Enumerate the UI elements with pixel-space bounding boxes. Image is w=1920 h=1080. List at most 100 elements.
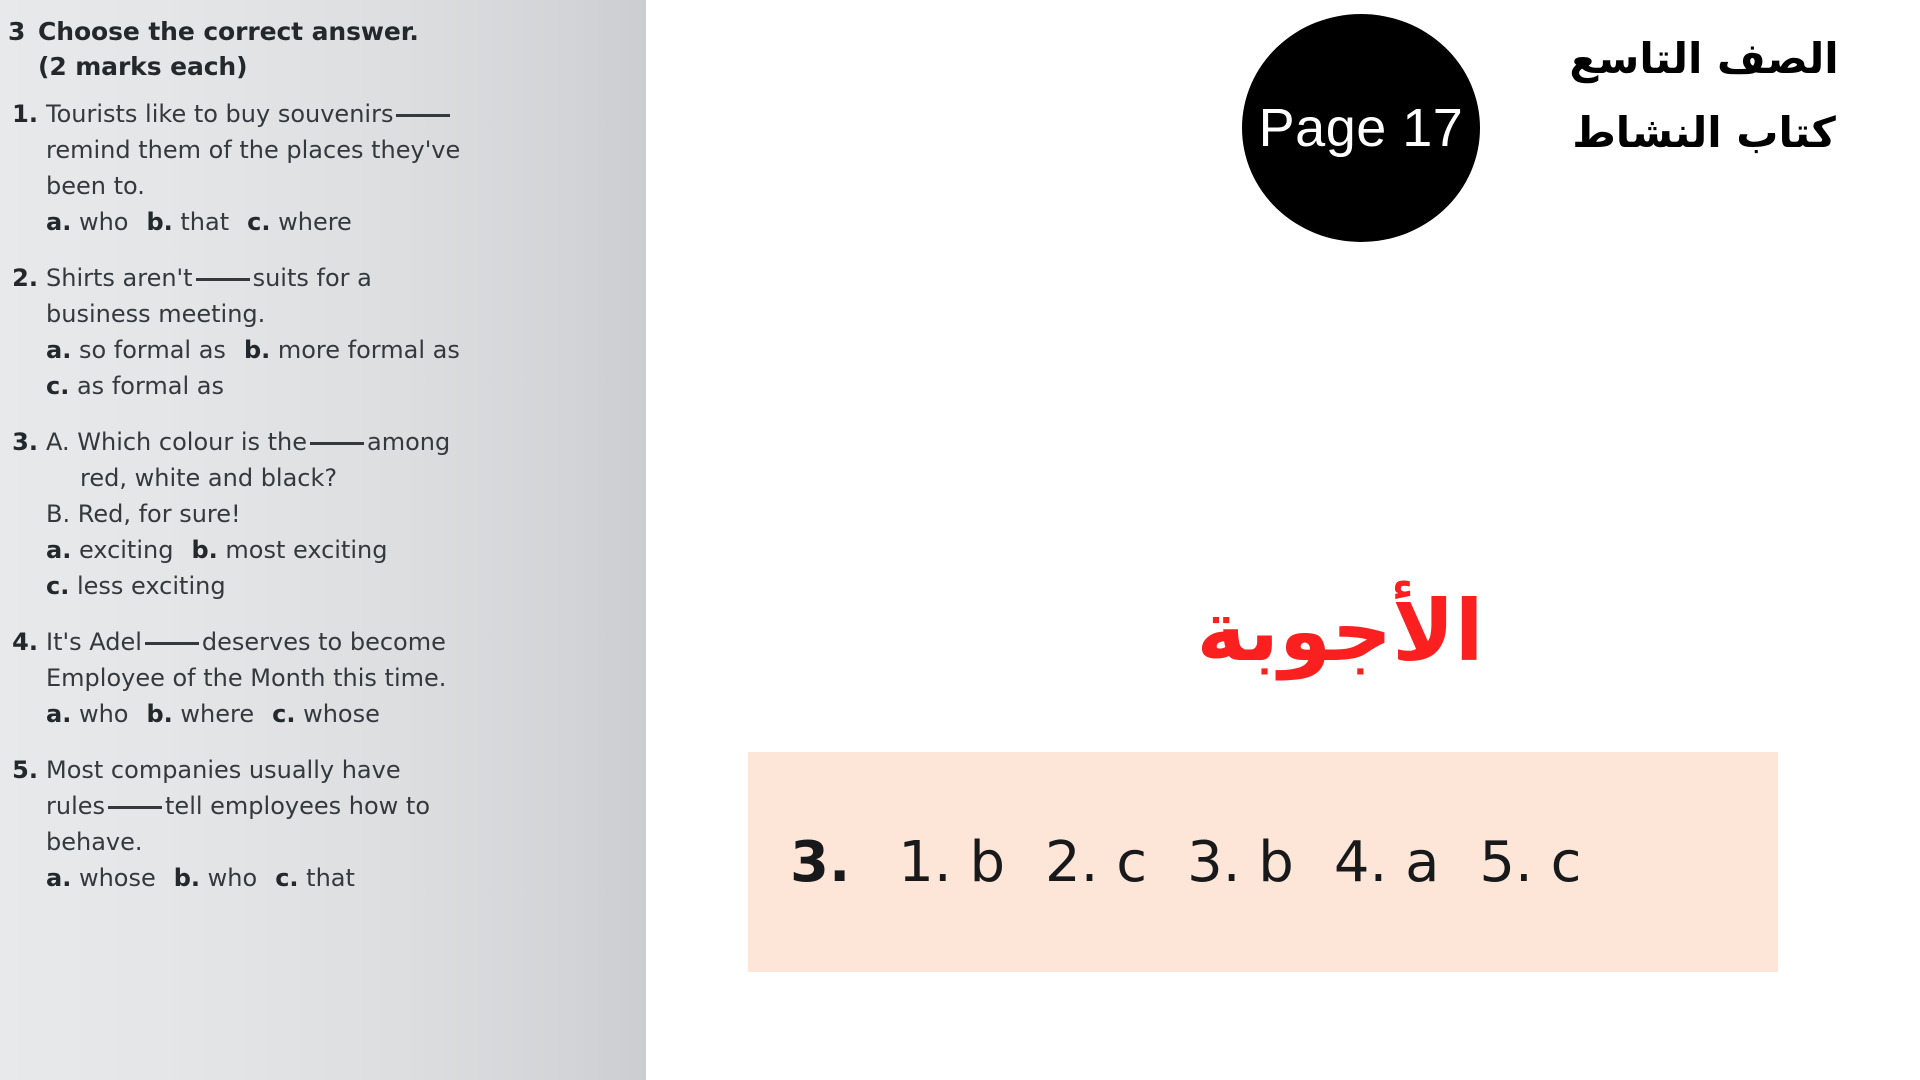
answer-option[interactable]: c. that	[275, 860, 355, 896]
answer-option-key: b.	[173, 864, 201, 892]
exercise-header: 3 Choose the correct answer. (2 marks ea…	[8, 14, 630, 84]
answers-exercise-label: 3.	[790, 829, 851, 895]
answer-option[interactable]: b. who	[174, 860, 257, 896]
answer-pair: 2. c	[1045, 829, 1148, 895]
page-badge-label: Page 17	[1258, 98, 1464, 158]
option-row: a. so formal as b. more formal as	[46, 332, 630, 368]
book-title-grade: الصف التاسع	[1569, 34, 1839, 83]
answer-option[interactable]: c. less exciting	[46, 568, 226, 604]
question-item: 2. Shirts aren't suits for a business meeti…	[8, 260, 630, 404]
answer-option[interactable]: a. exciting	[46, 532, 173, 568]
answer-option-key: c.	[46, 572, 70, 600]
question-text-line: been to.	[46, 168, 630, 204]
answer-blank	[310, 442, 365, 445]
answer-option-label: whose	[71, 864, 156, 892]
answer-option-key: a.	[46, 208, 72, 236]
answer-option[interactable]: b. that	[146, 204, 229, 240]
question-number: 3.	[12, 428, 38, 456]
answer-option[interactable]: b. where	[146, 696, 254, 732]
answer-pair: 3. b	[1187, 829, 1294, 895]
question-text-line: B. Red, for sure!	[46, 496, 630, 532]
question-text-tail: suits for a	[252, 264, 372, 292]
answer-option-key: b.	[243, 336, 271, 364]
page-badge: Page 17	[1242, 14, 1480, 242]
question-text-line: rules tell employees how to	[46, 788, 630, 824]
answer-option[interactable]: a. whose	[46, 860, 156, 896]
answer-option-label: as formal as	[69, 372, 224, 400]
answer-blank	[195, 278, 250, 281]
answer-option-key: c.	[275, 864, 299, 892]
answer-option-key: b.	[146, 208, 173, 236]
question-item: 3. A. Which colour is the among red, white …	[8, 424, 630, 604]
question-list: 1. Tourists like to buy souvenirs remind t…	[8, 96, 630, 896]
question-number: 2.	[12, 264, 38, 292]
question-number: 5.	[12, 756, 38, 784]
question-text: rules	[46, 792, 106, 820]
worksheet-panel: 3 Choose the correct answer. (2 marks ea…	[0, 0, 646, 1080]
question-text-line: It's Adel deserves to become	[46, 624, 630, 660]
exercise-title-group: Choose the correct answer. (2 marks each…	[38, 14, 630, 84]
answer-option-label: that	[298, 864, 355, 892]
answer-option[interactable]: c. whose	[272, 696, 380, 732]
answer-pair: 4. a	[1333, 829, 1440, 895]
question-number: 4.	[12, 628, 38, 656]
question-text-line: behave.	[46, 824, 630, 860]
question-text-line: business meeting.	[46, 296, 630, 332]
question-text: business meeting.	[46, 300, 266, 328]
answers-row: 3. 1. b 2. c 3. b 4. a 5. c	[790, 830, 1581, 895]
option-row: a. exciting b. most exciting	[46, 532, 630, 568]
answer-option-label: more formal as	[270, 336, 460, 364]
question-text-line: Most companies usually have	[46, 752, 630, 788]
answer-option-label: most exciting	[217, 536, 388, 564]
question-text: A. Which colour is the	[46, 428, 308, 456]
answer-option-key: c.	[247, 208, 271, 236]
answer-blank	[396, 114, 451, 117]
question-text-line: Employee of the Month this time.	[46, 660, 630, 696]
answer-option[interactable]: b. most exciting	[191, 532, 387, 568]
option-row: a. who b. that c. where	[46, 204, 630, 240]
answer-option[interactable]: a. so formal as	[46, 332, 226, 368]
answer-option-key: a.	[46, 336, 72, 364]
answers-heading: الأجوبة	[1196, 582, 1484, 680]
question-body: Most companies usually have rules tell emp…	[46, 752, 630, 896]
answer-option[interactable]: a. who	[46, 204, 128, 240]
answer-option-key: b.	[146, 700, 173, 728]
question-text-tail: among	[367, 428, 451, 456]
answers-items: 1. b 2. c 3. b 4. a 5. c	[898, 830, 1581, 895]
answer-key-panel: Page 17 الصف التاسع كتاب النشاط الأجوبة …	[646, 0, 1920, 1080]
answer-option[interactable]: b. more formal as	[244, 332, 460, 368]
question-body: Shirts aren't suits for a business meeting…	[46, 260, 630, 404]
book-title: الصف التاسع كتاب النشاط	[1504, 22, 1904, 170]
answer-option-label: who	[71, 208, 129, 236]
answer-option[interactable]: a. who	[46, 696, 128, 732]
answer-pair: 5. c	[1479, 829, 1582, 895]
option-row: a. who b. where c. whose	[46, 696, 630, 732]
exercise-subtitle: (2 marks each)	[38, 52, 248, 81]
question-item: 4. It's Adel deserves to become Employee of…	[8, 624, 630, 732]
answer-option-label: exciting	[71, 536, 174, 564]
answer-option-key: a.	[46, 700, 72, 728]
option-row: c. as formal as	[46, 368, 630, 404]
question-text-line: remind them of the places they've	[46, 132, 630, 168]
answer-option-label: where	[270, 208, 352, 236]
answer-option-label: that	[172, 208, 230, 236]
question-text-line: Shirts aren't suits for a	[46, 260, 630, 296]
question-text: red, white and black?	[80, 464, 338, 492]
question-text: remind them of the places they've	[46, 136, 461, 164]
answer-option-label: who	[200, 864, 258, 892]
answer-option-label: whose	[295, 700, 380, 728]
question-item: 5. Most companies usually have rules tell e…	[8, 752, 630, 896]
exercise-number: 3	[8, 17, 26, 46]
question-body: Tourists like to buy souvenirs remind the…	[46, 96, 630, 240]
question-body: A. Which colour is the among red, white an…	[46, 424, 630, 604]
option-row: a. whose b. who c. that	[46, 860, 630, 896]
answer-blank	[144, 642, 199, 645]
answer-option-label: less exciting	[69, 572, 226, 600]
question-body: It's Adel deserves to become Employee of t…	[46, 624, 630, 732]
option-row: c. less exciting	[46, 568, 630, 604]
answer-option[interactable]: c. where	[247, 204, 352, 240]
question-text: Employee of the Month this time.	[46, 664, 447, 692]
question-text: B. Red, for sure!	[46, 500, 241, 528]
question-text: behave.	[46, 828, 143, 856]
answer-option[interactable]: c. as formal as	[46, 368, 224, 404]
